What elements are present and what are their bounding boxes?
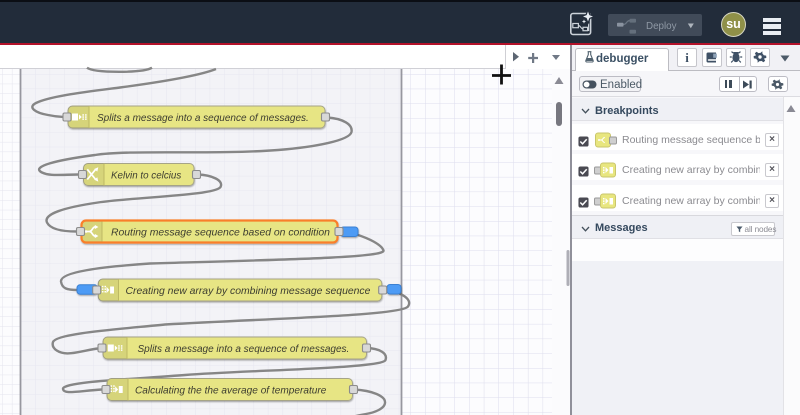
svg-text:Splits a message into a sequen: Splits a message into a sequence of mess… — [97, 113, 309, 124]
svg-text:Kelvin to celcius: Kelvin to celcius — [111, 171, 181, 182]
svg-text:Creating new array by combinin: Creating new array by combining message … — [126, 286, 371, 297]
svg-text:Deploy: Deploy — [646, 20, 677, 31]
svg-text:Splits a message into a sequen: Splits a message into a sequence of mess… — [138, 344, 350, 355]
svg-text:Routing message sequence based: Routing message sequence based on condit… — [111, 228, 330, 239]
svg-text:Calculating the the average of: Calculating the the average of temperatu… — [135, 386, 327, 397]
